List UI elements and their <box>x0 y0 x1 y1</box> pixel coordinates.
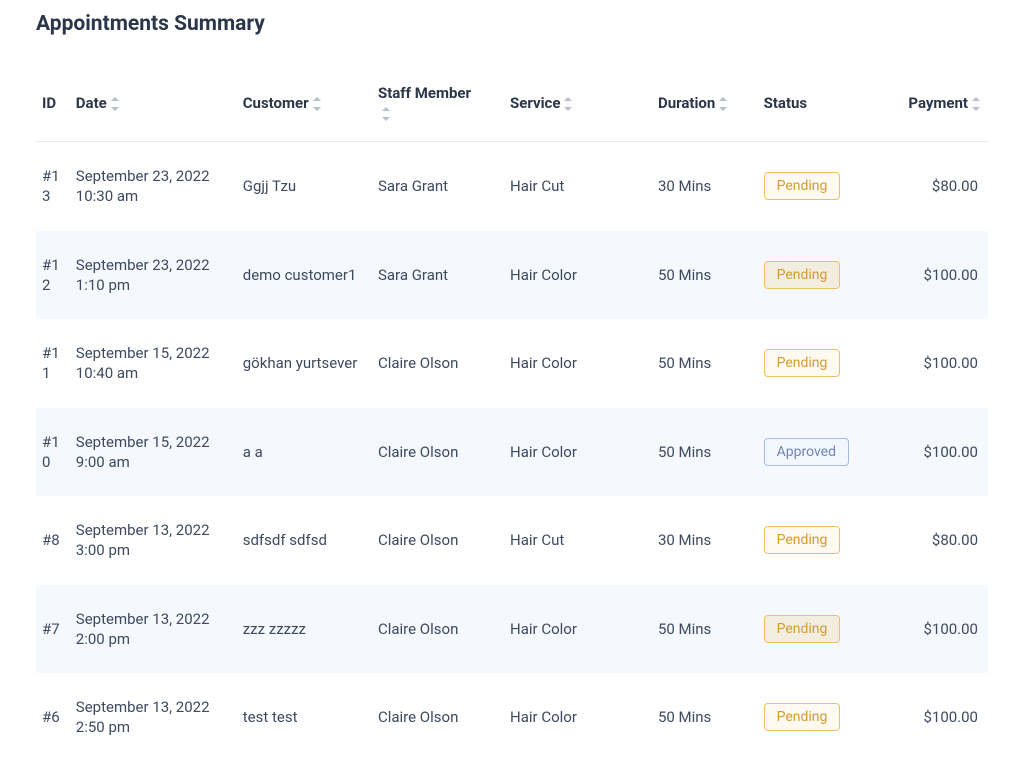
col-header-duration[interactable]: Duration <box>652 72 758 142</box>
cell-date: September 23, 2022 10:30 am <box>70 142 237 231</box>
cell-id: #6 <box>36 673 70 762</box>
cell-service: Hair Color <box>504 673 652 762</box>
table-header-row: ID Date Customer Staff Member Service Du… <box>36 72 988 142</box>
sort-icon[interactable] <box>111 97 121 111</box>
cell-date: September 13, 2022 3:00 pm <box>70 496 237 585</box>
status-badge: Pending <box>764 703 841 731</box>
cell-duration: 50 Mins <box>652 231 758 320</box>
sort-icon[interactable] <box>972 97 982 111</box>
cell-status: Approved <box>758 408 874 497</box>
cell-status: Pending <box>758 673 874 762</box>
table-row[interactable]: #13September 23, 2022 10:30 amGgjj TzuSa… <box>36 142 988 231</box>
cell-customer: test test <box>237 673 372 762</box>
table-row[interactable]: #7September 13, 2022 2:00 pmzzz zzzzzCla… <box>36 585 988 674</box>
col-header-id[interactable]: ID <box>36 72 70 142</box>
cell-service: Hair Color <box>504 408 652 497</box>
cell-status: Pending <box>758 585 874 674</box>
cell-payment: $100.00 <box>874 231 988 320</box>
cell-duration: 50 Mins <box>652 319 758 408</box>
col-header-customer[interactable]: Customer <box>237 72 372 142</box>
col-header-staff[interactable]: Staff Member <box>372 72 504 142</box>
cell-id: #13 <box>36 142 70 231</box>
sort-icon[interactable] <box>382 107 392 121</box>
cell-status: Pending <box>758 231 874 320</box>
cell-date: September 15, 2022 9:00 am <box>70 408 237 497</box>
col-header-date[interactable]: Date <box>70 72 237 142</box>
cell-date: September 15, 2022 10:40 am <box>70 319 237 408</box>
sort-icon[interactable] <box>564 97 574 111</box>
table-row[interactable]: #10September 15, 2022 9:00 ama aClaire O… <box>36 408 988 497</box>
cell-status: Pending <box>758 319 874 408</box>
sort-icon[interactable] <box>719 97 729 111</box>
cell-payment: $100.00 <box>874 585 988 674</box>
cell-id: #11 <box>36 319 70 408</box>
cell-duration: 50 Mins <box>652 408 758 497</box>
col-header-payment[interactable]: Payment <box>874 72 988 142</box>
cell-payment: $80.00 <box>874 496 988 585</box>
cell-service: Hair Color <box>504 231 652 320</box>
cell-customer: sdfsdf sdfsd <box>237 496 372 585</box>
page-title: Appointments Summary <box>36 12 988 36</box>
cell-date: September 23, 2022 1:10 pm <box>70 231 237 320</box>
cell-date: September 13, 2022 2:50 pm <box>70 673 237 762</box>
table-row[interactable]: #6September 13, 2022 2:50 pmtest testCla… <box>36 673 988 762</box>
cell-staff: Claire Olson <box>372 408 504 497</box>
cell-status: Pending <box>758 496 874 585</box>
status-badge: Approved <box>764 438 849 466</box>
cell-customer: Ggjj Tzu <box>237 142 372 231</box>
cell-payment: $80.00 <box>874 142 988 231</box>
cell-service: Hair Cut <box>504 496 652 585</box>
cell-staff: Sara Grant <box>372 231 504 320</box>
status-badge: Pending <box>764 349 841 377</box>
cell-service: Hair Cut <box>504 142 652 231</box>
table-row[interactable]: #12September 23, 2022 1:10 pmdemo custom… <box>36 231 988 320</box>
appointments-table: ID Date Customer Staff Member Service Du… <box>36 72 988 762</box>
cell-staff: Claire Olson <box>372 496 504 585</box>
col-header-status[interactable]: Status <box>758 72 874 142</box>
cell-service: Hair Color <box>504 585 652 674</box>
cell-duration: 30 Mins <box>652 142 758 231</box>
cell-customer: zzz zzzzz <box>237 585 372 674</box>
cell-id: #8 <box>36 496 70 585</box>
cell-duration: 50 Mins <box>652 585 758 674</box>
cell-service: Hair Color <box>504 319 652 408</box>
status-badge: Pending <box>764 172 841 200</box>
cell-payment: $100.00 <box>874 673 988 762</box>
status-badge: Pending <box>764 615 841 643</box>
col-header-service[interactable]: Service <box>504 72 652 142</box>
cell-date: September 13, 2022 2:00 pm <box>70 585 237 674</box>
table-row[interactable]: #11September 15, 2022 10:40 amgökhan yur… <box>36 319 988 408</box>
cell-status: Pending <box>758 142 874 231</box>
cell-duration: 30 Mins <box>652 496 758 585</box>
status-badge: Pending <box>764 261 841 289</box>
status-badge: Pending <box>764 526 841 554</box>
cell-customer: gökhan yurtsever <box>237 319 372 408</box>
cell-staff: Sara Grant <box>372 142 504 231</box>
cell-staff: Claire Olson <box>372 319 504 408</box>
table-row[interactable]: #8September 13, 2022 3:00 pmsdfsdf sdfsd… <box>36 496 988 585</box>
table-body: #13September 23, 2022 10:30 amGgjj TzuSa… <box>36 142 988 762</box>
cell-customer: demo customer1 <box>237 231 372 320</box>
cell-duration: 50 Mins <box>652 673 758 762</box>
cell-staff: Claire Olson <box>372 673 504 762</box>
cell-id: #7 <box>36 585 70 674</box>
cell-payment: $100.00 <box>874 319 988 408</box>
cell-id: #12 <box>36 231 70 320</box>
cell-staff: Claire Olson <box>372 585 504 674</box>
cell-customer: a a <box>237 408 372 497</box>
sort-icon[interactable] <box>313 97 323 111</box>
cell-payment: $100.00 <box>874 408 988 497</box>
cell-id: #10 <box>36 408 70 497</box>
